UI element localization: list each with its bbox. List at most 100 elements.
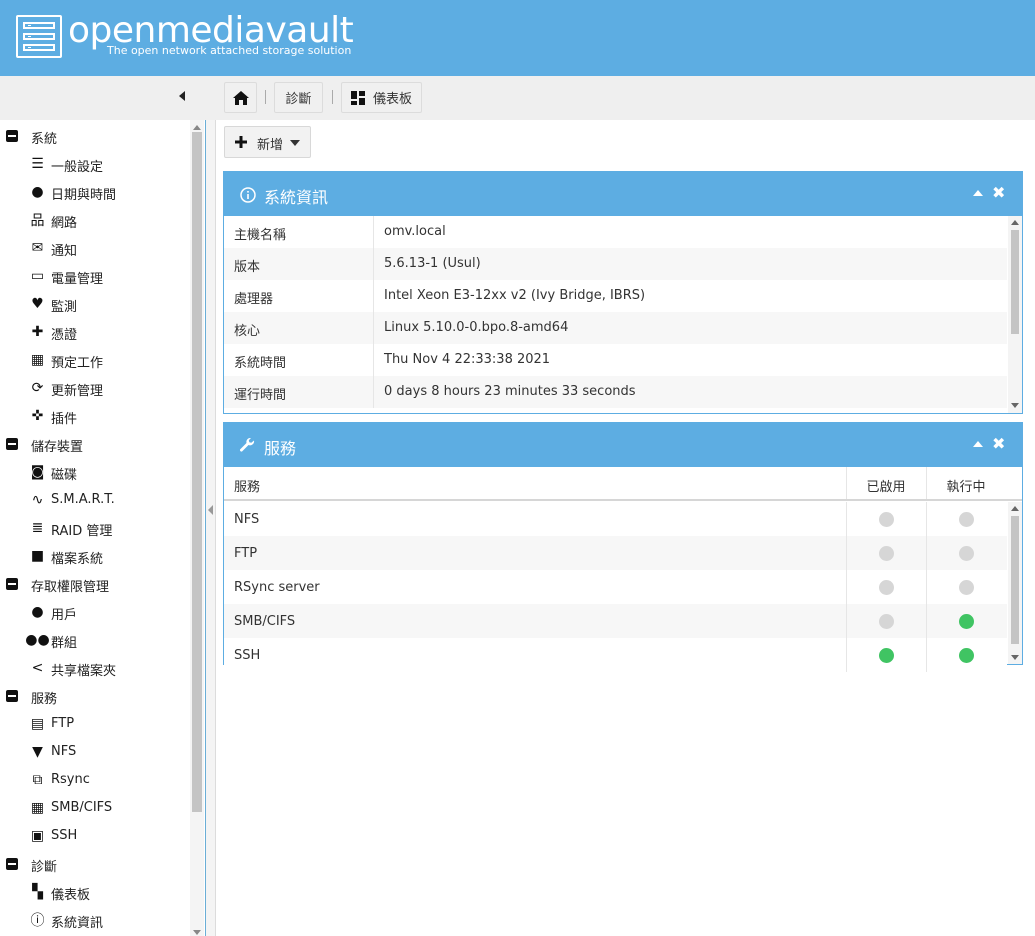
table-row[interactable]: NFS <box>224 502 1007 536</box>
sidebar-group[interactable]: 系統 <box>0 122 188 150</box>
sidebar-item[interactable]: ≣ RAID 管理 <box>0 514 188 542</box>
sysinfo-key: 處理器 <box>234 292 274 307</box>
wrench-icon <box>239 437 255 452</box>
sidebar-item-label: Rsync <box>51 772 90 787</box>
sidebar-item[interactable]: ▣ SSH <box>0 822 188 850</box>
column-header-enabled[interactable]: 已啟用 <box>846 476 926 495</box>
sysinfo-row: 運行時間 0 days 8 hours 23 minutes 33 seconds <box>224 376 1007 408</box>
sidebar-item[interactable]: ♥ 監測 <box>0 290 188 318</box>
sidebar-item[interactable]: ▦ SMB/CIFS <box>0 794 188 822</box>
sidebar-item[interactable]: ● 用戶 <box>0 598 188 626</box>
service-name: SSH <box>234 648 261 663</box>
collapse-left-icon[interactable] <box>208 505 213 515</box>
sliders-icon: ☰ <box>31 156 44 172</box>
sidebar-item-label: 群組 <box>51 636 78 651</box>
sidebar-item-label: 共享檔案夾 <box>51 664 117 679</box>
plus-icon <box>235 136 247 148</box>
sidebar-group[interactable]: 儲存裝置 <box>0 430 188 458</box>
chevron-down-icon <box>290 140 300 146</box>
table-row[interactable]: SSH <box>224 638 1007 672</box>
clock-icon: ● <box>31 184 44 200</box>
sidebar-item-label: 儀表板 <box>51 888 91 903</box>
service-name: NFS <box>234 512 260 527</box>
collapse-group-icon[interactable] <box>6 438 18 450</box>
scrollbar-thumb[interactable] <box>192 132 202 812</box>
sidebar-group[interactable]: 存取權限管理 <box>0 570 188 598</box>
add-widget-button[interactable]: 新增 <box>224 126 311 158</box>
sidebar-item[interactable]: ▭ 電量管理 <box>0 262 188 290</box>
sidebar-item[interactable]: ✚ 憑證 <box>0 318 188 346</box>
collapse-group-icon[interactable] <box>6 578 18 590</box>
table-row[interactable]: RSync server <box>224 570 1007 604</box>
close-widget-icon[interactable]: ✖ <box>992 434 1005 453</box>
sidebar-item-label: SSH <box>51 828 78 843</box>
server-icon: ▤ <box>30 716 45 732</box>
sidebar-item[interactable]: ∿ S.M.A.R.T. <box>0 486 188 514</box>
heartbeat-icon: ♥ <box>31 296 44 312</box>
sidebar-item[interactable]: < 共享檔案夾 <box>0 654 188 682</box>
collapse-group-icon[interactable] <box>6 690 18 702</box>
sidebar-scrollbar[interactable] <box>190 120 204 936</box>
sysinfo-value: 0 days 8 hours 23 minutes 33 seconds <box>384 384 636 399</box>
puzzle-icon: ✜ <box>31 408 44 424</box>
column-header-running[interactable]: 執行中 <box>926 476 1006 495</box>
sidebar-item[interactable]: ●● 群組 <box>0 626 188 654</box>
sidebar-item-label: 檔案系統 <box>51 552 104 567</box>
sysinfo-key: 版本 <box>234 260 261 275</box>
sidebar-item[interactable]: ☰ 一般設定 <box>0 150 188 178</box>
sidebar-item[interactable]: ● 日期與時間 <box>0 178 188 206</box>
sysinfo-key: 系統時間 <box>234 356 287 371</box>
sidebar-item[interactable]: ✜ 插件 <box>0 402 188 430</box>
close-widget-icon[interactable]: ✖ <box>992 183 1005 202</box>
sidebar-group[interactable]: 服務 <box>0 682 188 710</box>
sidebar-item-label: FTP <box>51 716 75 731</box>
sidebar-item[interactable]: ▚ 儀表板 <box>0 878 188 906</box>
sysinfo-widget-header: 系統資訊 ✖ <box>224 172 1022 216</box>
sidebar-item[interactable]: ▦ 預定工作 <box>0 346 188 374</box>
table-row[interactable]: FTP <box>224 536 1007 570</box>
sidebar-item[interactable]: ⟳ 更新管理 <box>0 374 188 402</box>
refresh-icon: ⟳ <box>31 380 44 396</box>
sidebar-item[interactable]: 品網路 <box>0 206 188 234</box>
breadcrumb-label: 儀表板 <box>373 92 413 107</box>
certificate-icon: ✚ <box>31 324 44 340</box>
dashboard-icon <box>351 90 365 105</box>
service-name: RSync server <box>234 580 320 595</box>
services-scrollbar[interactable] <box>1008 502 1022 664</box>
sidebar-item[interactable]: ◙ 磁碟 <box>0 458 188 486</box>
collapse-sidebar-icon[interactable] <box>179 91 185 101</box>
sysinfo-key: 運行時間 <box>234 388 287 403</box>
collapse-widget-icon[interactable] <box>973 441 983 447</box>
collapse-group-icon[interactable] <box>6 130 18 142</box>
enabled-status-indicator <box>879 614 894 629</box>
rsync-icon: ⧉ <box>32 772 43 788</box>
breadcrumb-item-diagnostics[interactable]: 診斷 <box>274 82 323 113</box>
sidebar-splitter[interactable] <box>206 120 216 936</box>
app-tagline: The open network attached storage soluti… <box>107 44 352 57</box>
sidebar-item[interactable]: ▼ NFS <box>0 738 188 766</box>
table-row[interactable]: SMB/CIFS <box>224 604 1007 638</box>
sidebar-item[interactable]: ⧉ Rsync <box>0 766 188 794</box>
breadcrumb-home[interactable] <box>224 82 257 113</box>
collapse-group-icon[interactable] <box>6 858 18 870</box>
sidebar-item-label: 用戶 <box>51 608 78 623</box>
collapse-widget-icon[interactable] <box>973 190 983 196</box>
column-header-service[interactable]: 服務 <box>234 476 260 495</box>
breadcrumb-item-dashboard[interactable]: 儀表板 <box>341 82 422 113</box>
info-icon <box>240 187 256 203</box>
sidebar-item-label: 網路 <box>51 216 78 231</box>
sidebar-item[interactable]: ✉ 通知 <box>0 234 188 262</box>
breadcrumb-label: 診斷 <box>285 92 312 107</box>
sysinfo-scrollbar[interactable] <box>1008 216 1022 413</box>
sidebar-item[interactable]: ⓘ 系統資訊 <box>0 906 188 934</box>
services-table-header: 服務 已啟用 執行中 <box>224 467 1022 501</box>
sidebar-group[interactable]: 診斷 <box>0 850 188 878</box>
sidebar-item[interactable]: ■ 檔案系統 <box>0 542 188 570</box>
sidebar-group-label: 診斷 <box>31 860 58 875</box>
app-header: openmediavault The open network attached… <box>0 0 1035 76</box>
sidebar-item[interactable]: ▤ FTP <box>0 710 188 738</box>
breadcrumb-separator <box>332 90 333 104</box>
battery-icon: ▭ <box>30 268 45 284</box>
windows-icon: ▦ <box>30 800 45 816</box>
nfs-icon: ▼ <box>32 744 43 760</box>
